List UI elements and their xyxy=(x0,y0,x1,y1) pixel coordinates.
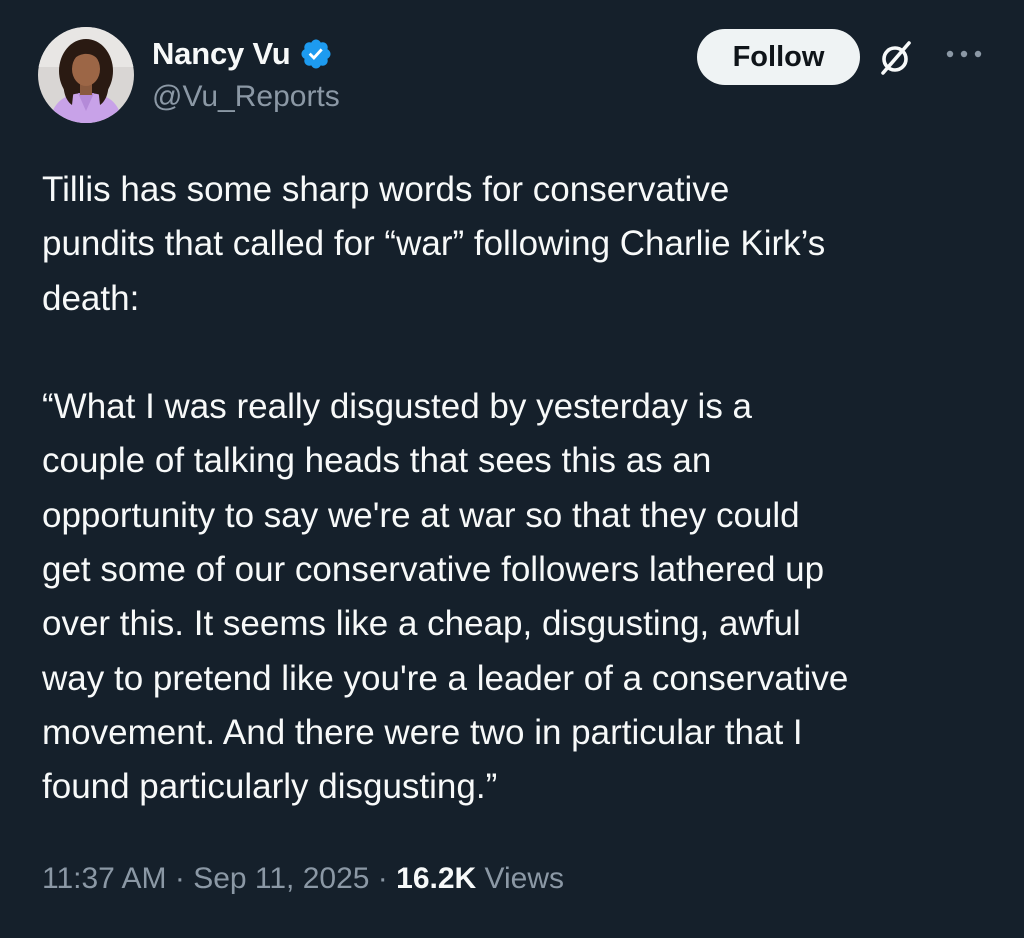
more-options-icon[interactable] xyxy=(944,47,984,61)
display-name[interactable]: Nancy Vu xyxy=(152,36,291,72)
meta-separator: · xyxy=(166,862,194,895)
author-handle[interactable]: @Vu_Reports xyxy=(152,80,340,114)
tweet-metadata: 11:37 AM · Sep 11, 2025 · 16.2K Views xyxy=(42,862,564,896)
verified-badge-icon[interactable] xyxy=(299,37,333,71)
views-count[interactable]: 16.2K xyxy=(396,862,476,896)
meta-separator: · xyxy=(369,862,397,895)
avatar[interactable] xyxy=(38,27,134,123)
views-label: Views xyxy=(476,862,565,895)
tweet-text: Tillis has some sharp words for conserva… xyxy=(42,170,849,807)
follow-button[interactable]: Follow xyxy=(697,29,860,85)
tweet-time[interactable]: 11:37 AM xyxy=(42,862,167,896)
tweet-date[interactable]: Sep 11, 2025 xyxy=(193,862,369,896)
display-name-row: Nancy Vu xyxy=(152,32,333,76)
tweet-card: Nancy Vu @Vu_Reports Follow Tillis has s… xyxy=(0,0,1024,938)
grok-icon[interactable] xyxy=(876,38,916,78)
